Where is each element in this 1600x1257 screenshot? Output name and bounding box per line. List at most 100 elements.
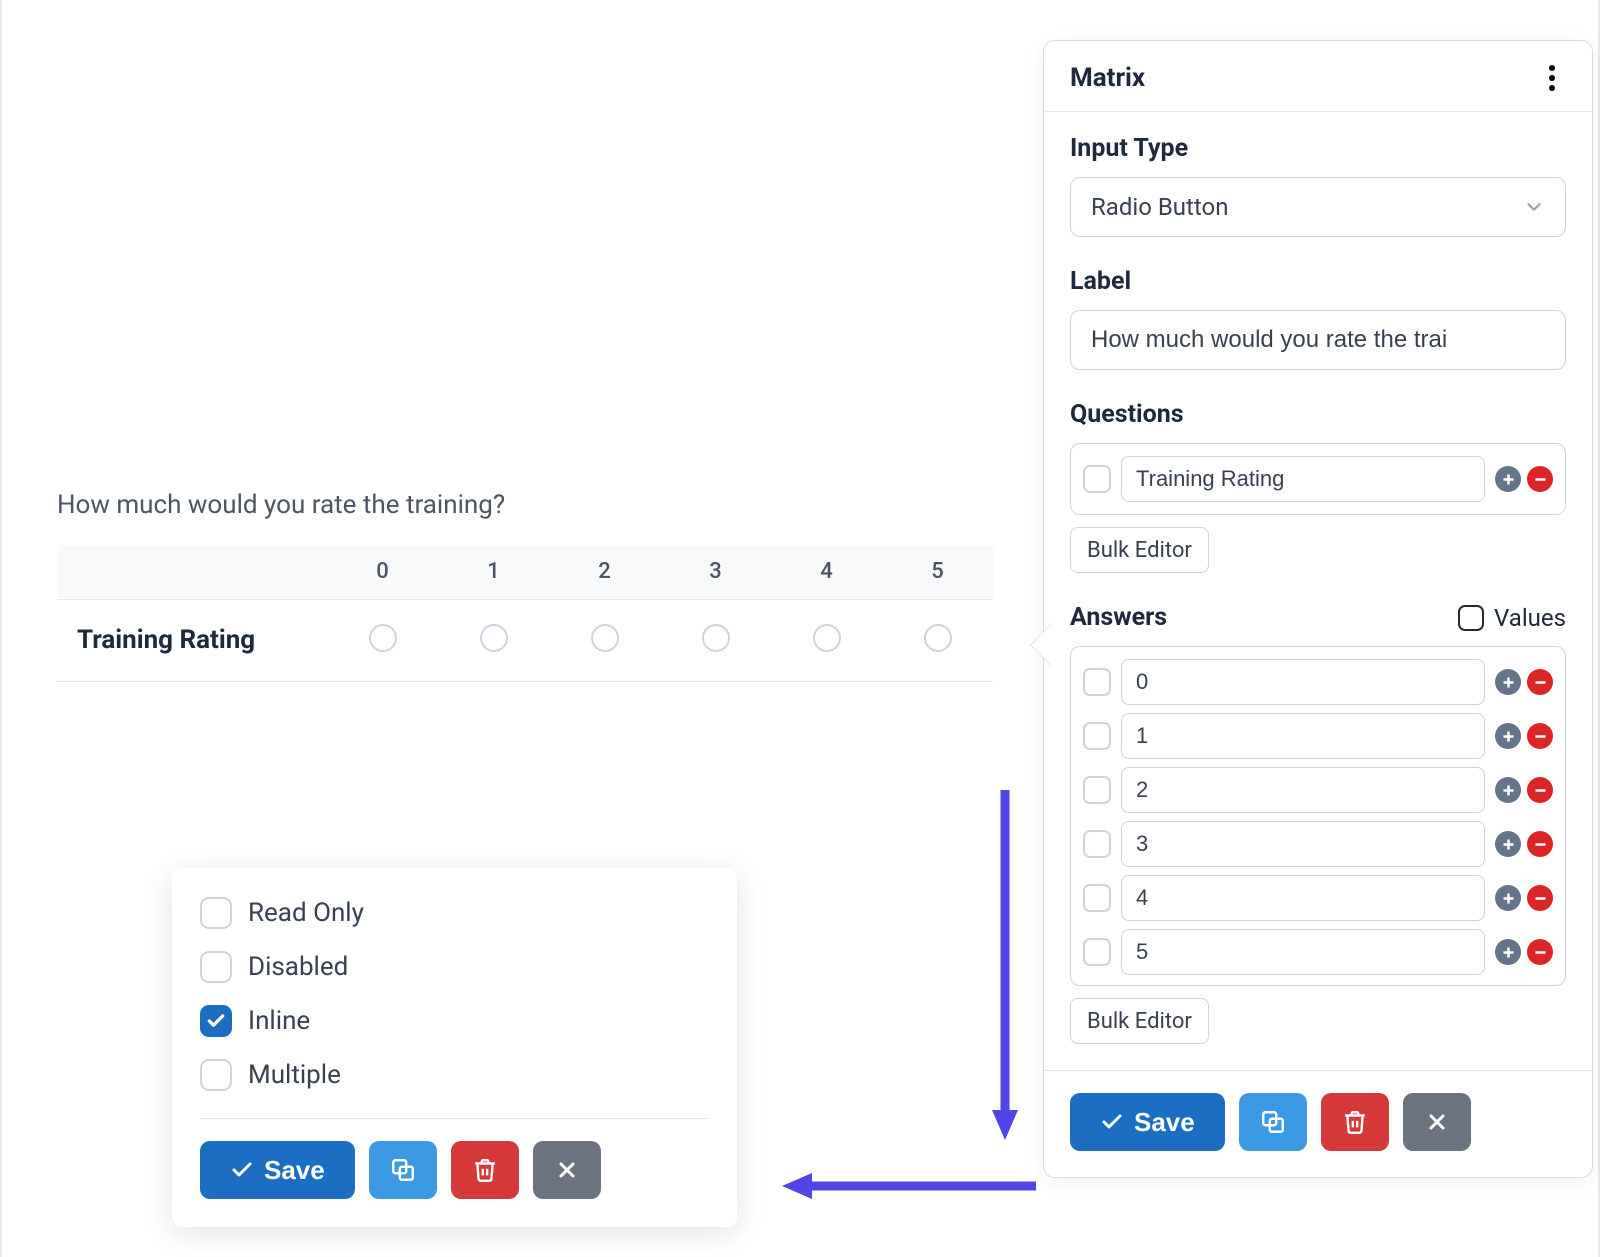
answer-handle[interactable] (1083, 668, 1111, 696)
checkbox-disabled[interactable] (200, 951, 232, 983)
option-disabled[interactable]: Disabled (200, 940, 709, 994)
delete-answer-button[interactable] (1527, 723, 1553, 749)
copy-button[interactable] (369, 1141, 437, 1199)
radio-3[interactable] (702, 624, 730, 652)
option-label: Read Only (248, 898, 364, 928)
label-label: Label (1070, 267, 1566, 296)
bulk-editor-questions-button[interactable]: Bulk Editor (1070, 527, 1209, 573)
matrix-question-title: How much would you rate the training? (57, 490, 993, 520)
input-type-label: Input Type (1070, 134, 1566, 163)
answer-input-4[interactable] (1121, 875, 1485, 921)
question-input-0[interactable] (1121, 456, 1485, 502)
answer-handle[interactable] (1083, 938, 1111, 966)
delete-answer-button[interactable] (1527, 777, 1553, 803)
plus-icon (1501, 945, 1516, 960)
plus-icon (1501, 729, 1516, 744)
delete-button[interactable] (451, 1141, 519, 1199)
option-read-only[interactable]: Read Only (200, 886, 709, 940)
answer-input-2[interactable] (1121, 767, 1485, 813)
delete-button[interactable] (1321, 1093, 1389, 1151)
checkbox-read-only[interactable] (200, 897, 232, 929)
radio-2[interactable] (591, 624, 619, 652)
checkbox-multiple[interactable] (200, 1059, 232, 1091)
save-button[interactable]: Save (200, 1141, 355, 1199)
delete-answer-button[interactable] (1527, 831, 1553, 857)
matrix-col-0: 0 (327, 545, 438, 599)
minus-icon (1533, 472, 1548, 487)
minus-icon (1533, 891, 1548, 906)
options-popover: Read Only Disabled Inline Multiple Save (172, 868, 737, 1227)
values-checkbox[interactable] (1458, 605, 1484, 631)
input-type-select[interactable]: Radio Button (1070, 177, 1566, 237)
canvas: How much would you rate the training? 0 … (0, 0, 1600, 1257)
delete-answer-button[interactable] (1527, 885, 1553, 911)
panel-title: Matrix (1070, 63, 1145, 93)
minus-icon (1533, 837, 1548, 852)
add-answer-button[interactable] (1495, 939, 1521, 965)
answer-input-0[interactable] (1121, 659, 1485, 705)
popover-actions: Save (200, 1141, 709, 1199)
trash-icon (1342, 1109, 1368, 1135)
add-answer-button[interactable] (1495, 831, 1521, 857)
radio-4[interactable] (813, 624, 841, 652)
check-icon (1100, 1110, 1124, 1134)
save-label: Save (264, 1155, 325, 1186)
answer-row (1083, 821, 1553, 867)
answer-input-1[interactable] (1121, 713, 1485, 759)
properties-panel: Matrix Input Type Radio Button Label Que… (1043, 40, 1593, 1178)
annotation-arrow-down-icon (990, 790, 1020, 1140)
matrix-col-2: 2 (549, 545, 660, 599)
more-options-icon[interactable] (1538, 64, 1566, 92)
values-label: Values (1494, 604, 1566, 632)
close-icon (555, 1158, 579, 1182)
delete-question-button[interactable] (1527, 466, 1553, 492)
copy-button[interactable] (1239, 1093, 1307, 1151)
option-label: Disabled (248, 952, 348, 982)
trash-icon (472, 1157, 498, 1183)
matrix-col-3: 3 (660, 545, 771, 599)
plus-icon (1501, 891, 1516, 906)
save-label: Save (1134, 1107, 1195, 1138)
bulk-editor-answers-button[interactable]: Bulk Editor (1070, 998, 1209, 1044)
save-button[interactable]: Save (1070, 1093, 1225, 1151)
divider (200, 1118, 709, 1119)
input-type-value: Radio Button (1091, 193, 1228, 221)
checkbox-inline[interactable] (200, 1005, 232, 1037)
plus-icon (1501, 675, 1516, 690)
radio-5[interactable] (924, 624, 952, 652)
add-question-button[interactable] (1495, 466, 1521, 492)
values-toggle[interactable]: Values (1458, 604, 1566, 632)
delete-answer-button[interactable] (1527, 939, 1553, 965)
answer-input-3[interactable] (1121, 821, 1485, 867)
answer-row (1083, 767, 1553, 813)
matrix-col-1: 1 (438, 545, 549, 599)
radio-1[interactable] (480, 624, 508, 652)
label-input[interactable] (1070, 310, 1566, 370)
copy-icon (1260, 1109, 1286, 1135)
answer-row (1083, 929, 1553, 975)
add-answer-button[interactable] (1495, 669, 1521, 695)
add-answer-button[interactable] (1495, 723, 1521, 749)
questions-label: Questions (1070, 400, 1566, 429)
close-button[interactable] (533, 1141, 601, 1199)
answer-handle[interactable] (1083, 830, 1111, 858)
check-icon (230, 1158, 254, 1182)
option-inline[interactable]: Inline (200, 994, 709, 1048)
plus-icon (1501, 783, 1516, 798)
radio-0[interactable] (369, 624, 397, 652)
copy-icon (390, 1157, 416, 1183)
option-multiple[interactable]: Multiple (200, 1048, 709, 1102)
close-button[interactable] (1403, 1093, 1471, 1151)
answer-input-5[interactable] (1121, 929, 1485, 975)
question-handle[interactable] (1083, 465, 1111, 493)
answer-handle[interactable] (1083, 776, 1111, 804)
answer-handle[interactable] (1083, 722, 1111, 750)
add-answer-button[interactable] (1495, 885, 1521, 911)
plus-icon (1501, 837, 1516, 852)
delete-answer-button[interactable] (1527, 669, 1553, 695)
answer-handle[interactable] (1083, 884, 1111, 912)
matrix-row-label: Training Rating (57, 599, 327, 681)
panel-pointer (1031, 623, 1053, 667)
minus-icon (1533, 945, 1548, 960)
add-answer-button[interactable] (1495, 777, 1521, 803)
